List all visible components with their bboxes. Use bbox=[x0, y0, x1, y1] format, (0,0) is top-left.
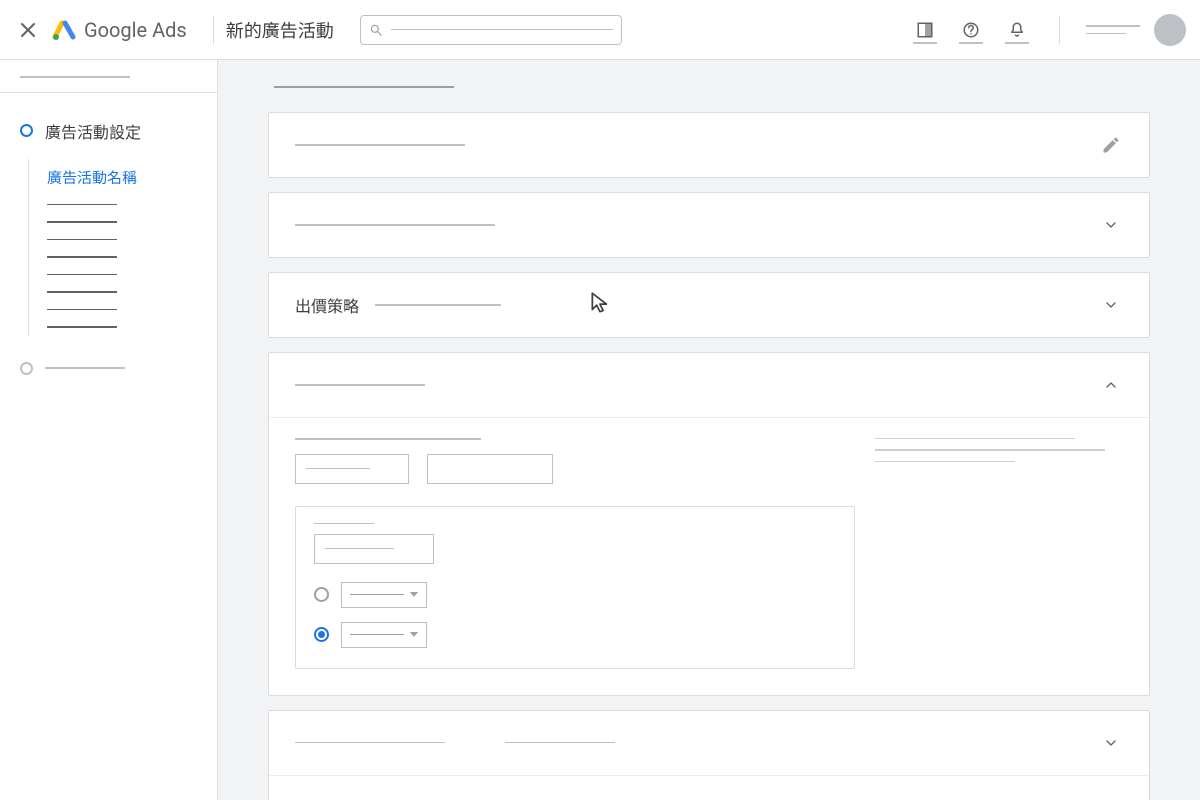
chevron-down-icon bbox=[1103, 217, 1119, 233]
field-label bbox=[314, 523, 374, 524]
radio-icon bbox=[314, 627, 329, 642]
search-placeholder-line bbox=[391, 29, 613, 30]
card-collapsed[interactable] bbox=[268, 710, 1150, 800]
close-button[interactable] bbox=[14, 16, 42, 44]
sidebar-item[interactable] bbox=[47, 231, 217, 249]
expand-toggle[interactable] bbox=[1099, 293, 1123, 317]
field-label bbox=[295, 438, 481, 440]
settings-left bbox=[295, 438, 855, 669]
account-label[interactable] bbox=[1086, 25, 1140, 34]
chevron-down-icon bbox=[1103, 297, 1119, 313]
sidebar-item[interactable] bbox=[47, 266, 217, 284]
brand-logo: Google Ads bbox=[52, 18, 187, 42]
google-ads-icon bbox=[52, 18, 76, 42]
sidebar-item[interactable] bbox=[47, 283, 217, 301]
input-field[interactable] bbox=[295, 454, 409, 484]
card-campaign-name[interactable] bbox=[268, 112, 1150, 178]
help-icon[interactable] bbox=[955, 14, 987, 46]
notifications-icon[interactable] bbox=[1001, 14, 1033, 46]
inner-options-box bbox=[295, 506, 855, 669]
edit-button[interactable] bbox=[1099, 133, 1123, 157]
card-collapsed[interactable] bbox=[268, 192, 1150, 258]
chevron-down-icon bbox=[1103, 735, 1119, 751]
page-title: 新的廣告活動 bbox=[226, 17, 334, 43]
card-value bbox=[295, 144, 465, 146]
sidebar-item[interactable] bbox=[47, 213, 217, 231]
caret-down-icon bbox=[410, 632, 418, 637]
collapse-toggle[interactable] bbox=[1099, 373, 1123, 397]
sidebar-step-next[interactable] bbox=[0, 362, 217, 375]
reports-icon[interactable] bbox=[909, 14, 941, 46]
sidebar-item-campaign-name[interactable]: 廣告活動名稱 bbox=[47, 159, 217, 196]
dropdown[interactable] bbox=[341, 622, 427, 648]
dropdown[interactable] bbox=[341, 582, 427, 608]
sidebar-item[interactable] bbox=[47, 248, 217, 266]
divider bbox=[213, 16, 214, 44]
pencil-icon bbox=[1101, 135, 1121, 155]
card-bidding[interactable]: 出價策略 bbox=[268, 272, 1150, 338]
caret-down-icon bbox=[410, 592, 418, 597]
divider bbox=[1059, 16, 1060, 44]
section-heading bbox=[274, 86, 454, 88]
expand-toggle[interactable] bbox=[1099, 731, 1123, 755]
radio-option[interactable] bbox=[314, 582, 836, 608]
search-icon bbox=[369, 23, 383, 37]
topbar-right bbox=[909, 14, 1186, 46]
sidebar-substeps: 廣告活動名稱 bbox=[28, 159, 217, 336]
expand-toggle[interactable] bbox=[1099, 213, 1123, 237]
sidebar: 廣告活動設定 廣告活動名稱 bbox=[0, 60, 218, 800]
avatar[interactable] bbox=[1154, 14, 1186, 46]
sidebar-item[interactable] bbox=[47, 196, 217, 214]
chevron-up-icon bbox=[1103, 377, 1119, 393]
card-value bbox=[505, 742, 615, 744]
sidebar-item[interactable] bbox=[47, 318, 217, 336]
topbar: Google Ads 新的廣告活動 bbox=[0, 0, 1200, 60]
sidebar-step-campaign-settings[interactable]: 廣告活動設定 bbox=[0, 113, 217, 149]
card-value bbox=[295, 742, 445, 744]
sidebar-item[interactable] bbox=[47, 301, 217, 319]
radio-icon bbox=[314, 587, 329, 602]
step-dot-icon bbox=[20, 124, 33, 137]
card-label: 出價策略 bbox=[295, 293, 359, 317]
input-field[interactable] bbox=[427, 454, 553, 484]
radio-option[interactable] bbox=[314, 622, 836, 648]
sidebar-header bbox=[0, 76, 217, 92]
sidebar-step-label: 廣告活動設定 bbox=[45, 119, 141, 143]
step-dot-icon bbox=[20, 362, 33, 375]
search-box[interactable] bbox=[360, 15, 622, 45]
input-field[interactable] bbox=[314, 534, 434, 564]
card-label bbox=[295, 384, 425, 386]
card-expanded-settings bbox=[268, 352, 1150, 696]
card-value bbox=[295, 224, 495, 226]
main-content: 出價策略 bbox=[218, 60, 1200, 800]
settings-help bbox=[875, 438, 1123, 669]
brand-text: Google Ads bbox=[84, 18, 187, 42]
card-value bbox=[375, 304, 501, 306]
expand-toggle[interactable] bbox=[1099, 796, 1123, 800]
